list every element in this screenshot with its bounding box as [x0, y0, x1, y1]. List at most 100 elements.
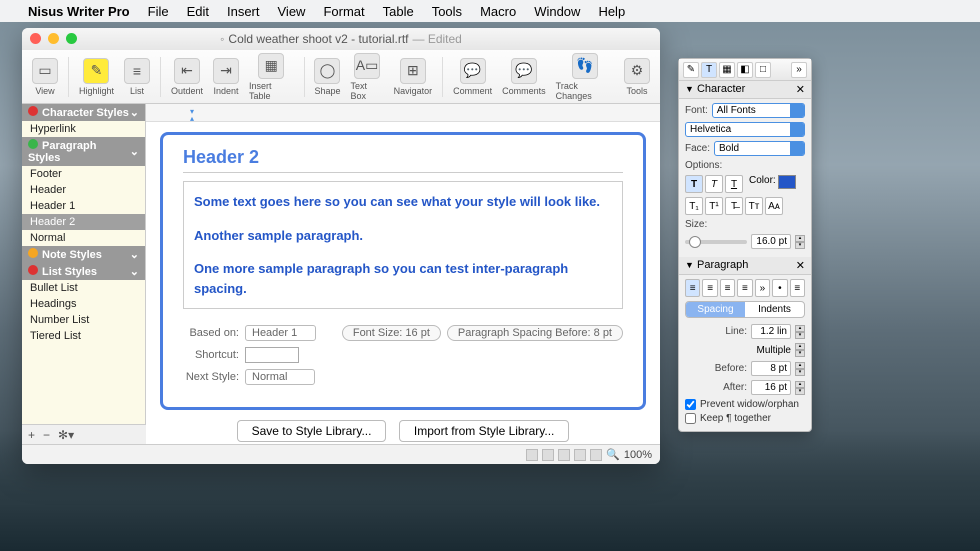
style-name-heading[interactable]: Header 2 [183, 147, 623, 173]
close-button[interactable] [30, 33, 41, 44]
menu-tools[interactable]: Tools [432, 4, 462, 19]
tool-comments[interactable]: 💬Comments [498, 58, 550, 96]
menu-help[interactable]: Help [598, 4, 625, 19]
font-size-input[interactable]: 16.0 pt [751, 234, 791, 249]
save-to-library-button[interactable]: Save to Style Library... [237, 420, 387, 442]
menu-insert[interactable]: Insert [227, 4, 260, 19]
minimize-button[interactable] [48, 33, 59, 44]
palette-tab-1[interactable]: ✎ [683, 62, 699, 78]
style-tiered-list[interactable]: Tiered List [22, 328, 145, 344]
style-header-1[interactable]: Header 1 [22, 198, 145, 214]
menu-view[interactable]: View [278, 4, 306, 19]
import-from-library-button[interactable]: Import from Style Library... [399, 420, 569, 442]
prevent-widow-checkbox[interactable] [685, 399, 696, 410]
palette-tab-4[interactable]: ◧ [737, 62, 753, 78]
horizontal-ruler[interactable]: ▾ ▴ [146, 104, 660, 122]
section-character-styles[interactable]: Character Styles⌄ [22, 104, 145, 121]
caps-button[interactable]: Tᴛ [745, 197, 763, 215]
close-paragraph-panel[interactable]: ✕ [796, 259, 805, 272]
menu-file[interactable]: File [148, 4, 169, 19]
tool-comment[interactable]: 💬Comment [449, 58, 496, 96]
style-header[interactable]: Header [22, 182, 145, 198]
based-on-select[interactable]: Header 1 [245, 325, 316, 341]
tab-spacing[interactable]: Spacing [686, 302, 745, 317]
font-size-slider[interactable] [685, 240, 747, 244]
italic-button[interactable]: T [705, 175, 723, 193]
style-headings[interactable]: Headings [22, 296, 145, 312]
status-icon-2[interactable] [542, 449, 554, 461]
menu-format[interactable]: Format [323, 4, 364, 19]
align-justify-button[interactable]: ≡ [737, 279, 752, 297]
superscript-button[interactable]: T¹ [705, 197, 723, 215]
close-character-panel[interactable]: ✕ [796, 83, 805, 96]
underline-button[interactable]: T [725, 175, 743, 193]
more-align-button[interactable]: » [755, 279, 770, 297]
status-icon-4[interactable] [574, 449, 586, 461]
tool-insert-table[interactable]: ▦Insert Table [245, 53, 298, 101]
space-after-input[interactable]: 16 pt [751, 380, 791, 395]
tab-indents[interactable]: Indents [745, 302, 804, 317]
palette-tab-more[interactable]: » [791, 62, 807, 78]
tool-highlight[interactable]: ✎Highlight [75, 58, 118, 96]
align-right-button[interactable]: ≡ [720, 279, 735, 297]
style-footer[interactable]: Footer [22, 166, 145, 182]
font-family-select[interactable]: All Fonts [712, 103, 805, 118]
text-color-swatch[interactable] [778, 175, 796, 189]
tool-tools[interactable]: ⚙Tools [620, 58, 654, 96]
font-size-stepper[interactable]: ▴▾ [795, 235, 805, 249]
inspector-palette[interactable]: ✎ T ▦ ◧ □ » ▼ Character ✕ Font:All Fonts… [678, 58, 812, 432]
font-name-select[interactable]: Helvetica [685, 122, 805, 137]
align-center-button[interactable]: ≡ [702, 279, 717, 297]
palette-tab-5[interactable]: □ [755, 62, 771, 78]
para-spacing-chip[interactable]: Paragraph Spacing Before: 8 pt [447, 325, 623, 341]
section-paragraph-styles[interactable]: Paragraph Styles⌄ [22, 137, 145, 166]
palette-tab-3[interactable]: ▦ [719, 62, 735, 78]
character-panel-header[interactable]: ▼ Character ✕ [679, 81, 811, 99]
status-icon-1[interactable] [526, 449, 538, 461]
shortcut-input[interactable] [245, 347, 299, 363]
subscript-button[interactable]: T₁ [685, 197, 703, 215]
style-header-2[interactable]: Header 2 [22, 214, 145, 230]
menu-table[interactable]: Table [383, 4, 414, 19]
line-spacing-input[interactable]: 1.2 lin [751, 324, 791, 339]
after-stepper[interactable]: ▴▾ [795, 381, 805, 395]
tool-shape[interactable]: ◯Shape [310, 58, 344, 96]
tool-list[interactable]: ≡List [120, 58, 154, 96]
section-note-styles[interactable]: Note Styles⌄ [22, 246, 145, 263]
status-icon-5[interactable] [590, 449, 602, 461]
style-hyperlink[interactable]: Hyperlink [22, 121, 145, 137]
style-bullet-list[interactable]: Bullet List [22, 280, 145, 296]
tool-indent[interactable]: ⇥Indent [209, 58, 243, 96]
palette-tab-text[interactable]: T [701, 62, 717, 78]
line-stepper[interactable]: ▴▾ [795, 325, 805, 339]
before-stepper[interactable]: ▴▾ [795, 362, 805, 376]
keep-together-checkbox[interactable] [685, 413, 696, 424]
multiple-select[interactable]: Multiple [757, 345, 791, 356]
zoom-level[interactable]: 100% [624, 449, 652, 461]
tool-navigator[interactable]: ⊞Navigator [390, 58, 437, 96]
strike-button[interactable]: T̶ [725, 197, 743, 215]
bold-button[interactable]: T [685, 175, 703, 193]
add-style-button[interactable]: + [28, 428, 35, 442]
spacing-indents-tabs[interactable]: Spacing Indents [685, 301, 805, 318]
multiple-stepper[interactable]: ▴▾ [795, 343, 805, 357]
tool-view[interactable]: ▭View [28, 58, 62, 96]
app-menu[interactable]: Nisus Writer Pro [28, 4, 130, 19]
space-before-input[interactable]: 8 pt [751, 361, 791, 376]
smallcaps-button[interactable]: Aᴀ [765, 197, 783, 215]
style-normal[interactable]: Normal [22, 230, 145, 246]
rtl-button[interactable]: ≡ [790, 279, 805, 297]
font-size-chip[interactable]: Font Size: 16 pt [342, 325, 441, 341]
style-number-list[interactable]: Number List [22, 312, 145, 328]
font-face-select[interactable]: Bold [714, 141, 805, 156]
tool-textbox[interactable]: A▭Text Box [347, 53, 388, 101]
paragraph-panel-header[interactable]: ▼ Paragraph ✕ [679, 257, 811, 275]
ltr-button[interactable]: • [772, 279, 787, 297]
tool-outdent[interactable]: ⇤Outdent [167, 58, 207, 96]
section-list-styles[interactable]: List Styles⌄ [22, 263, 145, 280]
remove-style-button[interactable]: − [43, 428, 50, 442]
status-icon-3[interactable] [558, 449, 570, 461]
menu-edit[interactable]: Edit [187, 4, 209, 19]
window-titlebar[interactable]: ◦ Cold weather shoot v2 - tutorial.rtf —… [22, 28, 660, 50]
menu-window[interactable]: Window [534, 4, 580, 19]
